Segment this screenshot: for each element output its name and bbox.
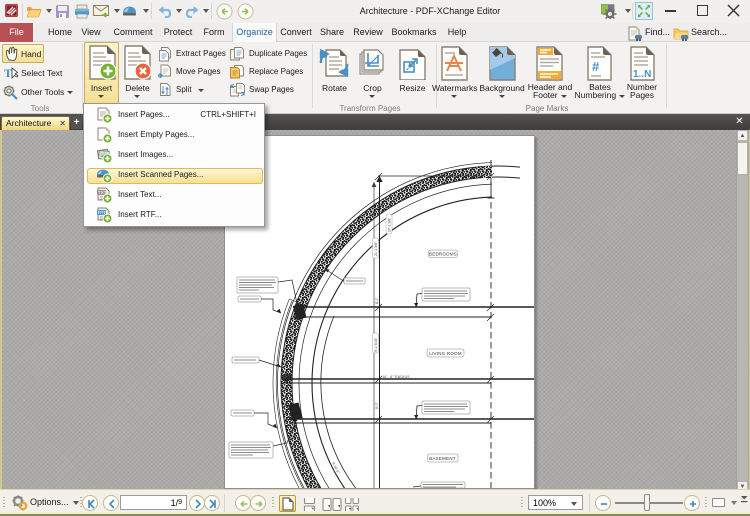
svg-text:21'-1 5/8": 21'-1 5/8" — [374, 241, 378, 256]
svg-text:LIVING ROOM: LIVING ROOM — [429, 351, 462, 356]
svg-text:9'-1 5/16": 9'-1 5/16" — [374, 337, 378, 352]
svg-text:#: # — [592, 59, 600, 74]
svg-text:BEDROOMS: BEDROOMS — [429, 252, 457, 257]
svg-text:1..N: 1..N — [633, 69, 651, 80]
svg-text:8'-1": 8'-1" — [375, 296, 379, 304]
svg-text:27'-1 3/8": 27'-1 3/8" — [388, 217, 392, 232]
svg-text:8'-0": 8'-0" — [375, 401, 379, 409]
svg-text:BASEMENT: BASEMENT — [429, 456, 456, 461]
svg-text:T: T — [4, 66, 12, 80]
svg-text:16'- 6" RADIUS: 16'- 6" RADIUS — [382, 375, 410, 379]
